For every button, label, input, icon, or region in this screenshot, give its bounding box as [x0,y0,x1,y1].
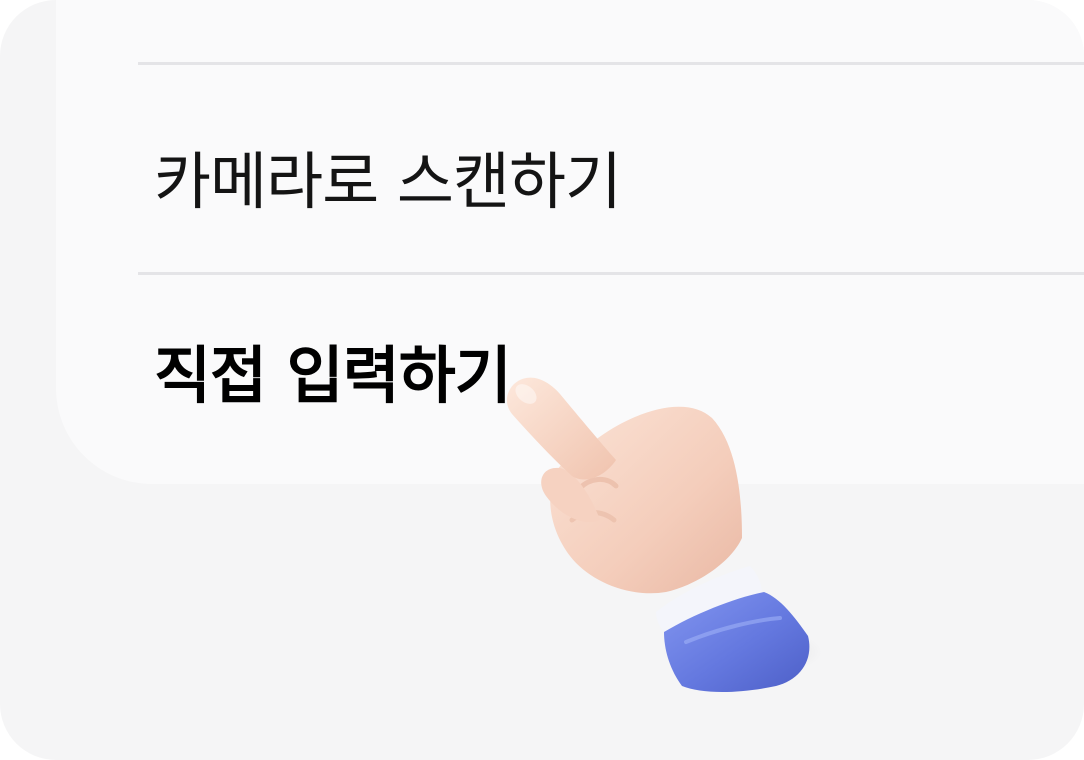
menu-item-label: 카메라로 스캔하기 [154,145,622,218]
menu-item-camera-scan[interactable]: 카메라로 스캔하기 [138,65,1084,272]
screen: 카메라로 스캔하기 직접 입력하기 [0,0,1084,760]
menu-item-manual-input[interactable]: 직접 입력하기 [138,275,1084,475]
menu-item-label: 직접 입력하기 [154,339,512,412]
